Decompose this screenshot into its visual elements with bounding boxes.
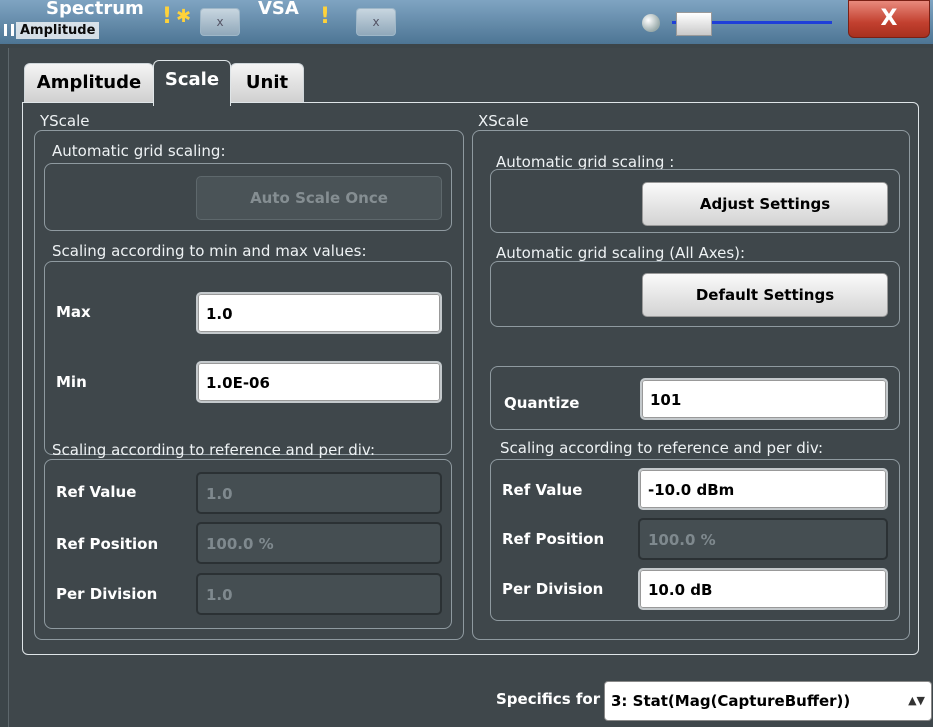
min-label: Min — [56, 373, 87, 391]
xscale-ref-title: Scaling according to reference and per d… — [500, 439, 824, 457]
y-ref-position-label: Ref Position — [56, 535, 159, 553]
default-settings-button[interactable]: Default Settings — [642, 273, 888, 317]
x-per-division-label: Per Division — [502, 580, 604, 598]
x-ref-position-field[interactable]: 100.0 % — [638, 518, 888, 560]
yscale-minmax-title: Scaling according to min and max values: — [52, 242, 367, 260]
adjust-settings-button[interactable]: Adjust Settings — [642, 182, 888, 226]
quantize-field[interactable]: 101 — [640, 378, 888, 420]
max-label: Max — [56, 303, 91, 321]
tab-vsa[interactable]: VSA — [258, 0, 299, 38]
y-ref-value-label: Ref Value — [56, 483, 137, 501]
close-spectrum-tab-button[interactable]: x — [200, 8, 240, 36]
x-ref-position-label: Ref Position — [502, 530, 605, 548]
window-icon — [4, 24, 14, 36]
yscale-title: YScale — [40, 112, 90, 130]
y-ref-position-field[interactable]: 100.0 % — [196, 522, 442, 564]
globe-icon — [642, 14, 660, 32]
specifics-label: Specifics for — [496, 690, 601, 708]
yscale-minmax-group — [44, 261, 452, 455]
specifics-select[interactable]: 3: Stat(Mag(CaptureBuffer)) ▲▼ — [604, 681, 932, 721]
warning-icon: ! — [320, 4, 331, 29]
tab-amplitude[interactable]: Amplitude — [24, 63, 154, 103]
quantize-label: Quantize — [504, 394, 580, 412]
xscale-auto-all-title: Automatic grid scaling (All Axes): — [496, 244, 746, 262]
auto-scale-once-button[interactable]: Auto Scale Once — [196, 176, 442, 220]
specifics-value: 3: Stat(Mag(CaptureBuffer)) — [611, 692, 851, 710]
tab-unit[interactable]: Unit — [230, 63, 304, 103]
x-ref-value-label: Ref Value — [502, 481, 583, 499]
yscale-ref-title: Scaling according to reference and per d… — [52, 441, 376, 459]
y-per-division-label: Per Division — [56, 585, 158, 603]
x-ref-value-field[interactable]: -10.0 dBm — [638, 468, 888, 510]
close-button[interactable]: X — [848, 0, 930, 38]
warning-icon: ! — [162, 4, 173, 29]
close-vsa-tab-button[interactable]: x — [356, 8, 396, 36]
yscale-auto-title: Automatic grid scaling: — [52, 142, 226, 160]
chevron-up-down-icon: ▲▼ — [908, 694, 925, 707]
y-ref-value-field[interactable]: 1.0 — [196, 472, 442, 514]
x-per-division-field[interactable]: 10.0 dB — [638, 568, 888, 610]
max-field[interactable]: 1.0 — [196, 292, 442, 334]
tab-scale[interactable]: Scale — [153, 60, 231, 106]
xscale-title: XScale — [478, 112, 529, 130]
dialog-title: Amplitude — [16, 22, 100, 39]
star-icon: ✱ — [176, 6, 192, 27]
min-field[interactable]: 1.0E-06 — [196, 361, 442, 403]
y-per-division-field[interactable]: 1.0 — [196, 573, 442, 615]
slider-thumb[interactable] — [676, 12, 712, 36]
